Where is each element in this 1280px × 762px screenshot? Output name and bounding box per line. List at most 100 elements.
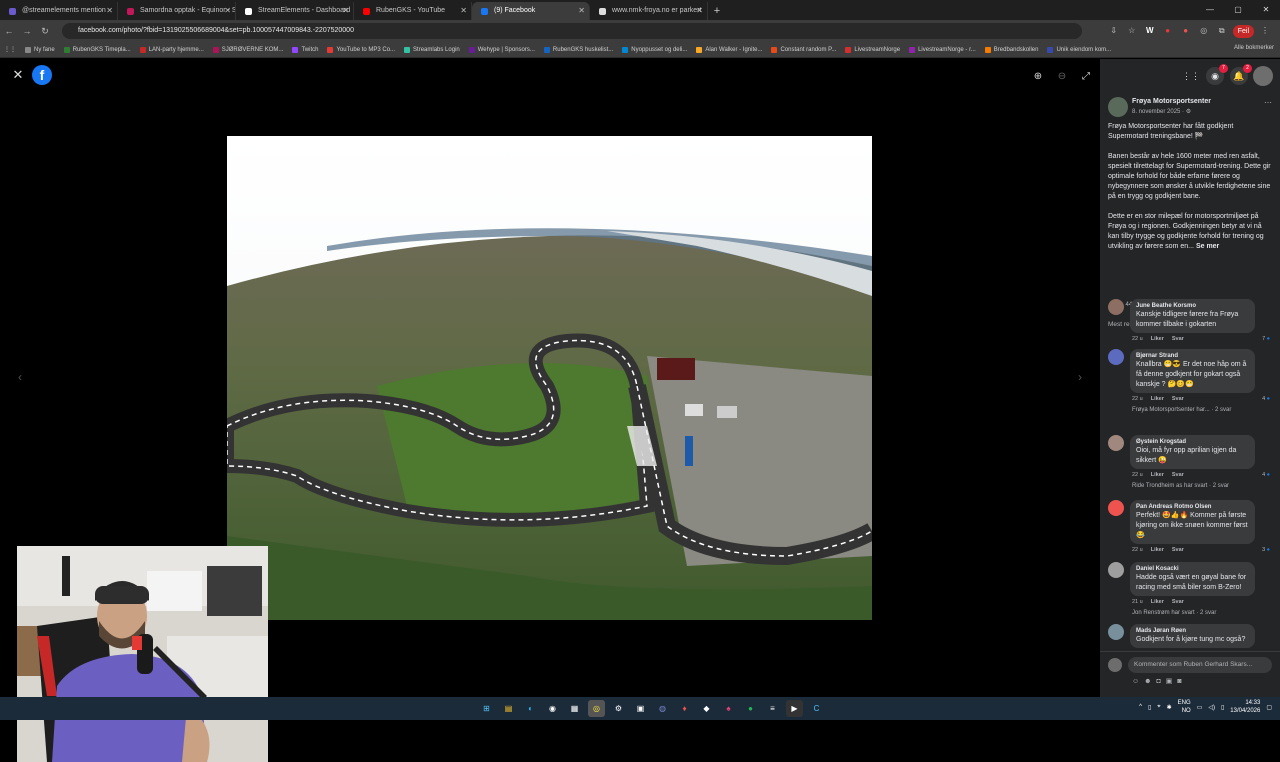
media-icon[interactable]: ▣ — [632, 700, 649, 717]
tab-close-icon[interactable]: ✕ — [224, 2, 231, 20]
previous-photo-icon[interactable]: ‹ — [10, 367, 30, 387]
chrome-icon[interactable]: ◎ — [588, 700, 605, 717]
windows-start-icon[interactable]: ⊞ — [478, 700, 495, 717]
comment-time[interactable]: 22 u — [1132, 336, 1143, 342]
extension-pocket-icon[interactable]: ● — [1179, 24, 1193, 38]
app-rose-icon[interactable]: ♠ — [720, 700, 737, 717]
comment-reply-button[interactable]: Svar — [1172, 599, 1184, 605]
view-replies-link[interactable]: Ride Trondheim as har svart · 2 svar — [1132, 483, 1229, 489]
clock[interactable]: 14:33 13/04/2026 — [1230, 699, 1260, 715]
comment-reply-button[interactable]: Svar — [1172, 336, 1184, 342]
close-window-icon[interactable]: ✕ — [1252, 0, 1280, 20]
menu-grid-icon[interactable]: ⋮⋮ — [1182, 67, 1200, 85]
apps-grid-icon[interactable]: ⋮⋮ — [4, 46, 16, 53]
tab-close-icon[interactable]: ✕ — [460, 2, 467, 20]
commenter-name[interactable]: June Beathe Korsmo — [1136, 302, 1249, 310]
browser-tab[interactable]: @streamelements mention ✕ — [0, 2, 118, 20]
comment-reply-button[interactable]: Svar — [1172, 547, 1184, 553]
discord-icon[interactable]: ◍ — [654, 700, 671, 717]
comment-like-count[interactable]: 4 ● — [1262, 472, 1270, 478]
bookmark-item[interactable]: Alan Walker - Ignite... — [696, 46, 762, 53]
close-icon[interactable]: ✕ — [10, 67, 26, 83]
next-photo-icon[interactable]: › — [1070, 367, 1090, 387]
view-replies-link[interactable]: Frøya Motorsportsenter har... · 2 svar — [1132, 407, 1231, 413]
extensions-puzzle-icon[interactable]: ⧉ — [1215, 24, 1229, 38]
all-bookmarks[interactable]: Alle bokmerker — [1234, 45, 1274, 51]
obs-icon[interactable]: ◉ — [544, 700, 561, 717]
streamlabs-icon[interactable]: ▶ — [786, 700, 803, 717]
commenter-name[interactable]: Bjørnar Strand — [1136, 352, 1249, 360]
commenter-avatar[interactable] — [1108, 624, 1124, 640]
avatar-sticker-icon[interactable]: ◙ — [1177, 678, 1186, 685]
maximize-icon[interactable]: ▢ — [1224, 0, 1252, 20]
app-bars-icon[interactable]: ≡ — [764, 700, 781, 717]
forward-icon[interactable]: → — [18, 26, 36, 36]
comment-like-count[interactable]: 3 ● — [1262, 547, 1270, 553]
comment-time[interactable]: 21 u — [1132, 599, 1143, 605]
browser-tab[interactable]: RubenGKS - YouTube ✕ — [354, 2, 472, 20]
tab-close-icon[interactable]: ✕ — [578, 2, 585, 20]
fullscreen-icon[interactable]: ⤢ — [1078, 69, 1094, 85]
commenter-name[interactable]: Daniel Kosacki — [1136, 565, 1249, 573]
tray-chevron-icon[interactable]: ^ — [1139, 704, 1142, 710]
gif-icon[interactable]: ▣ — [1166, 678, 1178, 685]
edge-icon[interactable]: ◐ — [522, 700, 539, 717]
bookmark-item[interactable]: Nyoppusset og deli... — [622, 46, 687, 53]
comment-like-button[interactable]: Liker — [1151, 472, 1164, 478]
sticker-icon[interactable]: ☺ — [1132, 678, 1144, 685]
bookmark-item[interactable]: Twitch — [292, 46, 318, 53]
network-icon[interactable]: ▭ — [1197, 704, 1203, 711]
commenter-avatar[interactable] — [1108, 562, 1124, 578]
tray-app-icon[interactable]: ▯ — [1148, 704, 1151, 711]
view-replies-link[interactable]: Jon Renstrøm har svart · 2 svar — [1132, 610, 1216, 616]
browser-tab[interactable]: Samordna opptak - Equinor - S ✕ — [118, 2, 236, 20]
commenter-avatar[interactable] — [1108, 435, 1124, 451]
bookmark-item[interactable]: YouTube to MP3 Co... — [327, 46, 395, 53]
calendar-icon[interactable]: ▦ — [566, 700, 583, 717]
comment-like-button[interactable]: Liker — [1151, 547, 1164, 553]
comment-like-button[interactable]: Liker — [1151, 599, 1164, 605]
browser-tab[interactable]: (9) Facebook ✕ — [472, 2, 590, 20]
comment-reply-button[interactable]: Svar — [1172, 472, 1184, 478]
commenter-avatar[interactable] — [1108, 299, 1124, 315]
app-red-icon[interactable]: ♦ — [676, 700, 693, 717]
extension-w-icon[interactable]: W — [1143, 24, 1157, 38]
zoom-out-icon[interactable]: ⊖ — [1054, 69, 1070, 85]
notifications-bell-icon[interactable]: 🔔 2 — [1230, 64, 1252, 85]
bookmark-item[interactable]: Ny fane — [25, 46, 55, 53]
comment-like-count[interactable]: 4 ● — [1262, 396, 1270, 402]
back-icon[interactable]: ← — [0, 26, 18, 36]
zoom-in-icon[interactable]: ⊕ — [1030, 69, 1046, 85]
notification-center-icon[interactable]: ▢ — [1266, 704, 1272, 711]
menu-dots-icon[interactable]: ⋮ — [1258, 24, 1272, 38]
reload-icon[interactable]: ↻ — [36, 26, 54, 37]
messenger-icon[interactable]: ◉ 7 — [1206, 64, 1228, 85]
commenter-avatar[interactable] — [1108, 349, 1124, 365]
browser-tab[interactable]: www.nmk-froya.no er parkert ✕ — [590, 2, 708, 20]
steam-icon[interactable]: ⚙ — [610, 700, 627, 717]
url-field[interactable]: facebook.com/photo/?fbid=131902550668900… — [62, 23, 1082, 39]
more-options-icon[interactable]: ⋯ — [1264, 98, 1272, 107]
bookmark-item[interactable]: Streamlabs Login — [404, 46, 460, 53]
bookmark-item[interactable]: LivestreamNorge — [845, 46, 900, 53]
file-explorer-icon[interactable]: ▤ — [500, 700, 517, 717]
install-icon[interactable]: ⇩ — [1107, 24, 1121, 38]
spotify-icon[interactable]: ● — [742, 700, 759, 717]
facebook-logo[interactable]: f — [32, 65, 52, 85]
profile-button[interactable]: Feil — [1232, 24, 1254, 38]
volume-icon[interactable]: ◁) — [1208, 704, 1215, 711]
app-dark-icon[interactable]: ◆ — [698, 700, 715, 717]
app-c-icon[interactable]: C — [808, 700, 825, 717]
comment-reply-button[interactable]: Svar — [1172, 396, 1184, 402]
bookmark-item[interactable]: LAN-party hjemme... — [139, 46, 204, 53]
comment-time[interactable]: 22 u — [1132, 547, 1143, 553]
bookmark-item[interactable]: Wehype | Sponsors... — [468, 46, 535, 53]
camera-icon[interactable]: ◘ — [1157, 678, 1166, 685]
comment-like-button[interactable]: Liker — [1151, 396, 1164, 402]
battery-icon[interactable]: ▯ — [1221, 704, 1224, 711]
tab-close-icon[interactable]: ✕ — [696, 2, 703, 20]
bookmark-item[interactable]: Bredbandskollen — [984, 46, 1038, 53]
language-indicator[interactable]: ENG NO — [1178, 699, 1191, 715]
bookmark-item[interactable]: RubenGKS Timepla... — [63, 46, 131, 53]
bookmark-item[interactable]: Unik eiendom kom... — [1047, 46, 1111, 53]
